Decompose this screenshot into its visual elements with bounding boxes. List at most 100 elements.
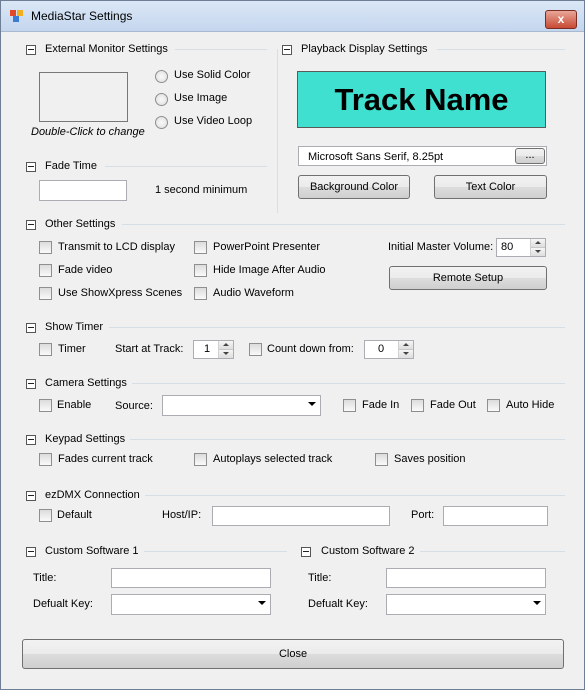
count-down-checkbox[interactable]: [249, 343, 262, 356]
collapse-icon[interactable]: [26, 491, 36, 501]
collapse-icon[interactable]: [26, 435, 36, 445]
other-settings-title: Other Settings: [45, 218, 116, 230]
collapse-icon[interactable]: [301, 547, 311, 557]
custom2-title-input[interactable]: [386, 568, 546, 588]
collapse-icon[interactable]: [26, 323, 36, 333]
chevron-down-icon: [533, 601, 541, 605]
keypad-settings-title: Keypad Settings: [45, 433, 126, 445]
hide-image-after-audio-label: Hide Image After Audio: [213, 264, 326, 276]
fades-current-track-label: Fades current track: [58, 453, 153, 465]
auto-hide-checkbox[interactable]: [487, 399, 500, 412]
use-solid-color-label: Use Solid Color: [174, 69, 251, 81]
fade-video-checkbox[interactable]: [39, 264, 52, 277]
playback-display-title: Playback Display Settings: [301, 43, 428, 55]
title-bar: MediaStar Settings x: [1, 1, 584, 32]
custom2-title-label: Title:: [308, 572, 332, 584]
count-down-spinner[interactable]: 0: [364, 340, 414, 359]
camera-enable-label: Enable: [57, 399, 92, 411]
collapse-icon[interactable]: [26, 547, 36, 557]
use-image-label: Use Image: [174, 92, 228, 104]
custom2-key-dropdown[interactable]: [386, 594, 546, 615]
text-color-button[interactable]: Text Color: [434, 175, 547, 199]
fade-in-label: Fade In: [362, 399, 400, 411]
background-color-button[interactable]: Background Color: [298, 175, 410, 199]
spin-up-icon[interactable]: [219, 341, 233, 350]
monitor-preview-caption: Double-Click to change: [31, 126, 145, 138]
ezdmx-title: ezDMX Connection: [45, 489, 140, 501]
showxpress-scenes-checkbox[interactable]: [39, 287, 52, 300]
font-field[interactable]: Microsoft Sans Serif, 8.25pt: [298, 146, 547, 166]
use-solid-color-radio[interactable]: [155, 70, 168, 83]
host-ip-label: Host/IP:: [162, 509, 202, 521]
remote-setup-button[interactable]: Remote Setup: [389, 266, 547, 290]
port-input[interactable]: [443, 506, 548, 526]
font-value: Microsoft Sans Serif, 8.25pt: [308, 151, 444, 163]
custom1-key-dropdown[interactable]: [111, 594, 271, 615]
spin-up-icon[interactable]: [531, 239, 545, 248]
chevron-down-icon: [258, 601, 266, 605]
collapse-icon[interactable]: [26, 45, 36, 55]
external-monitor-title: External Monitor Settings: [45, 43, 168, 55]
count-down-label: Count down from:: [267, 343, 354, 355]
client-area: External Monitor Settings Double-Click t…: [1, 32, 584, 689]
ezdmx-default-checkbox[interactable]: [39, 509, 52, 522]
timer-checkbox[interactable]: [39, 343, 52, 356]
master-volume-value: 80: [501, 241, 514, 253]
camera-source-dropdown[interactable]: [162, 395, 321, 416]
saves-position-checkbox[interactable]: [375, 453, 388, 466]
track-name-preview[interactable]: Track Name: [297, 71, 546, 128]
port-label: Port:: [411, 509, 435, 521]
custom1-title-label: Title:: [33, 572, 57, 584]
show-timer-title: Show Timer: [45, 321, 104, 333]
transmit-lcd-label: Transmit to LCD display: [58, 241, 175, 253]
spin-down-icon[interactable]: [399, 349, 413, 358]
collapse-icon[interactable]: [26, 162, 36, 172]
custom-software-1-title: Custom Software 1: [45, 545, 139, 557]
ezdmx-default-label: Default: [57, 509, 92, 521]
close-button[interactable]: Close: [22, 639, 564, 669]
powerpoint-presenter-label: PowerPoint Presenter: [213, 241, 320, 253]
count-down-value: 0: [378, 343, 385, 355]
use-video-loop-label: Use Video Loop: [174, 115, 253, 127]
fade-time-title: Fade Time: [45, 160, 97, 172]
fade-out-label: Fade Out: [430, 399, 476, 411]
spin-down-icon[interactable]: [531, 247, 545, 256]
showxpress-scenes-label: Use ShowXpress Scenes: [58, 287, 183, 299]
fades-current-track-checkbox[interactable]: [39, 453, 52, 466]
font-browse-button[interactable]: ...: [515, 148, 545, 164]
spin-up-icon[interactable]: [399, 341, 413, 350]
start-at-track-label: Start at Track:: [115, 343, 184, 355]
audio-waveform-checkbox[interactable]: [194, 287, 207, 300]
custom-software-2-title: Custom Software 2: [321, 545, 415, 557]
autoplays-selected-track-checkbox[interactable]: [194, 453, 207, 466]
start-at-track-spinner[interactable]: 1: [193, 340, 234, 359]
transmit-lcd-checkbox[interactable]: [39, 241, 52, 254]
camera-enable-checkbox[interactable]: [39, 399, 52, 412]
collapse-icon[interactable]: [282, 45, 292, 55]
fade-time-input[interactable]: [39, 180, 127, 201]
collapse-icon[interactable]: [26, 379, 36, 389]
camera-settings-title: Camera Settings: [45, 377, 127, 389]
collapse-icon[interactable]: [26, 220, 36, 230]
use-image-radio[interactable]: [155, 93, 168, 106]
fade-out-checkbox[interactable]: [411, 399, 424, 412]
settings-window: MediaStar Settings x External Monitor Se…: [0, 0, 585, 690]
powerpoint-presenter-checkbox[interactable]: [194, 241, 207, 254]
fade-time-hint: 1 second minimum: [155, 184, 248, 196]
fade-in-checkbox[interactable]: [343, 399, 356, 412]
chevron-down-icon: [308, 402, 316, 406]
hide-image-after-audio-checkbox[interactable]: [194, 264, 207, 277]
window-close-button[interactable]: x: [545, 10, 577, 29]
host-ip-input[interactable]: [212, 506, 390, 526]
fade-video-label: Fade video: [58, 264, 113, 276]
use-video-loop-radio[interactable]: [155, 116, 168, 129]
window-title: MediaStar Settings: [31, 9, 133, 23]
camera-source-label: Source:: [115, 400, 153, 412]
master-volume-spinner[interactable]: 80: [496, 238, 546, 257]
monitor-preview[interactable]: [39, 72, 128, 122]
custom1-title-input[interactable]: [111, 568, 271, 588]
timer-label: Timer: [58, 343, 86, 355]
spin-down-icon[interactable]: [219, 349, 233, 358]
custom1-key-label: Defualt Key:: [33, 598, 93, 610]
auto-hide-label: Auto Hide: [506, 399, 555, 411]
